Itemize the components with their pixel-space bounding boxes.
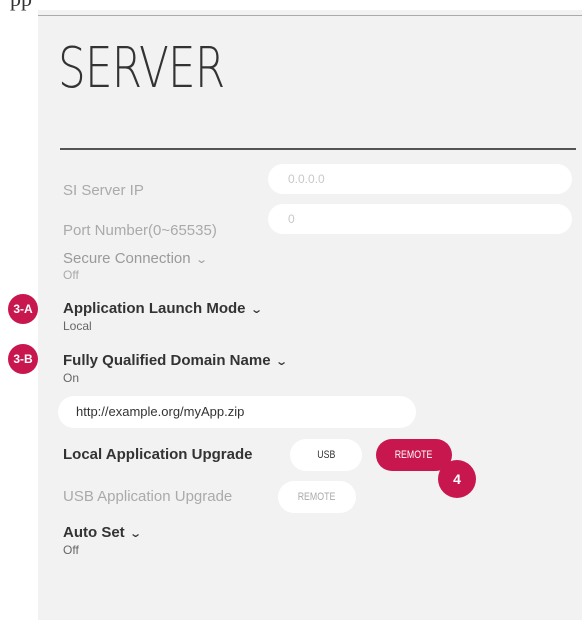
usb-button-label: USB [316,449,336,461]
usb-upgrade-remote-label: REMOTE [298,491,336,503]
si-server-ip-label: SI Server IP [63,182,144,199]
server-settings-panel: SERVER SI Server IP 0.0.0.0 Port Number(… [38,10,582,620]
local-upgrade-label: Local Application Upgrade [63,446,253,463]
marker-3b-badge: 3-B [8,344,38,374]
fqdn-value: On [63,371,80,385]
marker-4-badge: 4 [438,460,476,498]
fqdn-label: Fully Qualified Domain Name [63,352,271,369]
page-title: SERVER [58,36,225,101]
secure-connection-dropdown[interactable]: Secure Connection ⌄ [63,250,208,267]
auto-set-label: Auto Set [63,524,125,541]
secure-connection-value: Off [63,268,79,282]
chevron-down-icon: ⌄ [274,356,288,368]
application-launch-mode-label: Application Launch Mode [63,300,246,317]
chevron-down-icon: ⌄ [128,528,142,540]
port-number-input[interactable]: 0 [268,204,572,234]
usb-upgrade-label: USB Application Upgrade [63,488,233,505]
chevron-down-icon: ⌄ [249,304,263,316]
application-launch-mode-dropdown[interactable]: Application Launch Mode ⌄ [63,300,263,317]
local-upgrade-usb-button[interactable]: USB [290,439,362,471]
remote-button-label: REMOTE [395,449,433,461]
title-divider [60,148,576,150]
secure-connection-label: Secure Connection [63,250,191,267]
local-upgrade-remote-button[interactable]: REMOTE [376,439,452,471]
chevron-down-icon: ⌄ [194,254,208,266]
fqdn-url-input[interactable]: http://example.org/myApp.zip [58,396,416,428]
application-launch-mode-value: Local [63,319,92,333]
auto-set-value: Off [63,543,79,557]
si-server-ip-input[interactable]: 0.0.0.0 [268,164,572,194]
usb-upgrade-remote-button[interactable]: REMOTE [278,481,356,513]
top-divider [38,15,582,16]
page-top-text: pp [10,0,32,12]
port-number-label: Port Number(0~65535) [63,222,217,239]
fqdn-dropdown[interactable]: Fully Qualified Domain Name ⌄ [63,352,288,369]
auto-set-dropdown[interactable]: Auto Set ⌄ [63,524,142,541]
marker-3a-badge: 3-A [8,294,38,324]
